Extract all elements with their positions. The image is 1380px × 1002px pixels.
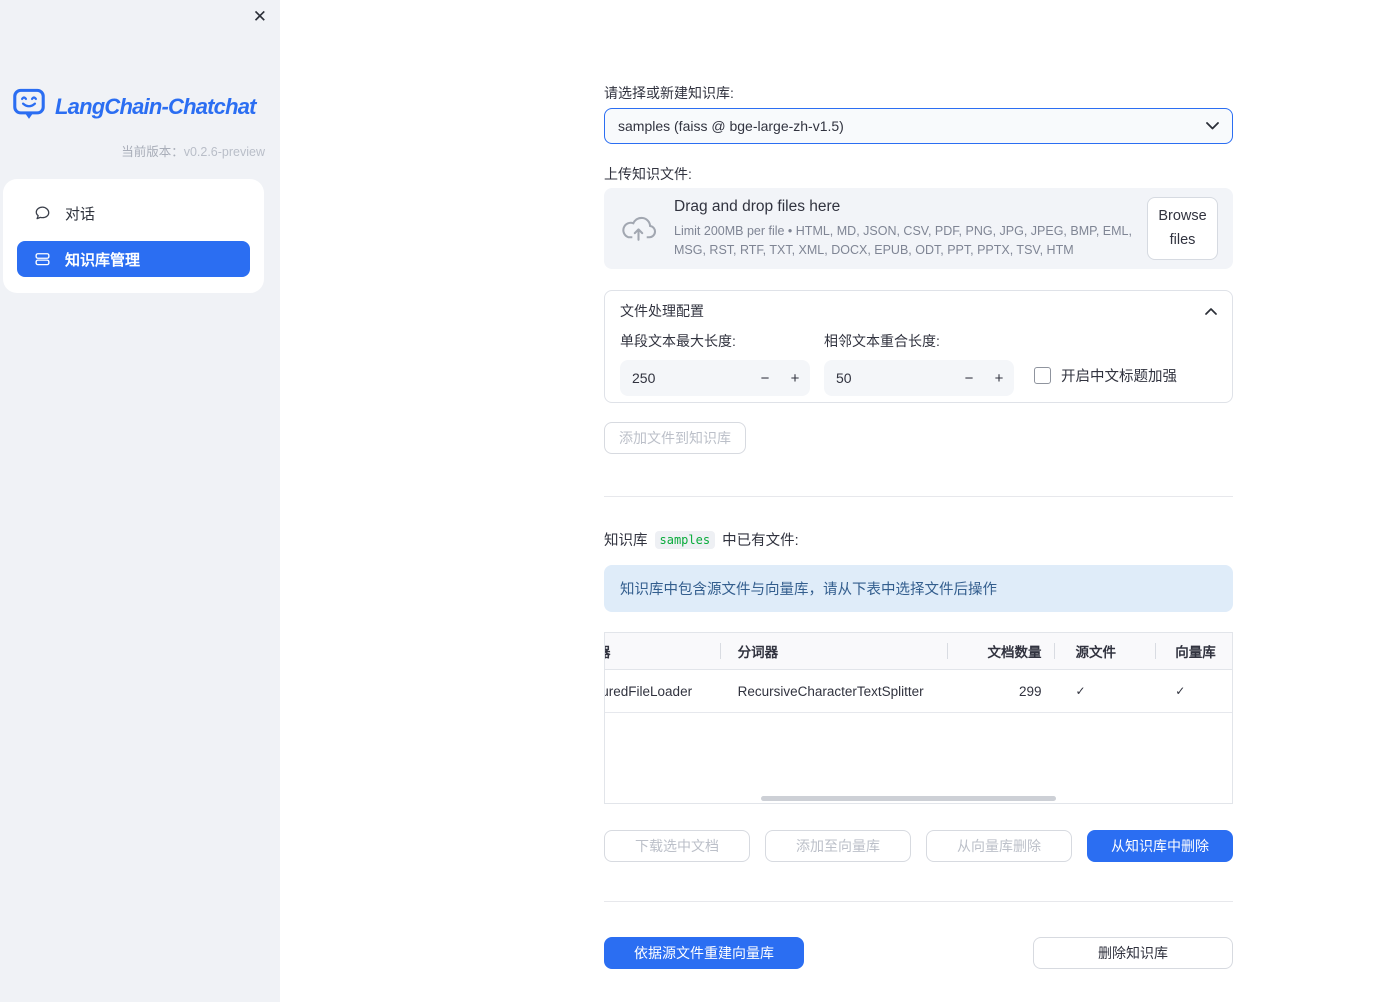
delete-from-vector-store-button[interactable]: 从向量库删除 <box>926 830 1072 862</box>
version-info: 当前版本：v0.2.6-preview <box>121 145 265 159</box>
kb-selectbox-value: samples (faiss @ bge-large-zh-v1.5) <box>618 118 844 134</box>
file-dropzone[interactable]: Drag and drop files here Limit 200MB per… <box>604 188 1233 269</box>
sidebar-item-label: 知识库管理 <box>65 251 141 269</box>
plus-icon[interactable]: + <box>780 370 810 387</box>
close-sidebar-icon[interactable]: ✕ <box>253 7 267 27</box>
delete-kb-button[interactable]: 删除知识库 <box>1033 937 1233 969</box>
dropzone-title: Drag and drop files here <box>674 198 841 216</box>
check-icon: ✓ <box>1175 684 1186 698</box>
dropzone-text: Drag and drop files here Limit 200MB per… <box>674 198 1147 258</box>
divider <box>604 496 1233 497</box>
chunk-size-field: 单段文本最大长度: 250 − + <box>620 331 810 396</box>
cloud-upload-icon <box>620 213 657 245</box>
sidebar-item-knowledge-base[interactable]: 知识库管理 <box>17 241 250 277</box>
zh-title-enhance-checkbox-row[interactable]: 开启中文标题加强 <box>1034 365 1177 386</box>
cell-vector-store: ✓ <box>1155 670 1232 712</box>
kb-select-label: 请选择或新建知识库: <box>604 85 734 101</box>
overlap-value[interactable]: 50 <box>836 370 954 386</box>
col-loader: 文档加载器 <box>605 633 720 669</box>
chunk-size-value[interactable]: 250 <box>632 370 750 386</box>
app-title: LangChain-Chatchat <box>55 93 257 119</box>
download-selected-button[interactable]: 下载选中文档 <box>604 830 750 862</box>
col-vector-store: 向量库 <box>1155 633 1232 669</box>
divider <box>604 901 1233 902</box>
minus-icon[interactable]: − <box>954 370 984 387</box>
zh-title-enhance-label: 开启中文标题加强 <box>1061 369 1177 385</box>
kb-files-prefix: 知识库 <box>604 533 648 549</box>
delete-from-kb-button[interactable]: 从知识库中删除 <box>1087 830 1233 862</box>
kb-name-code: samples <box>654 530 716 549</box>
add-to-vector-store-button[interactable]: 添加至向量库 <box>765 830 911 862</box>
info-alert-text: 知识库中包含源文件与向量库，请从下表中选择文件后操作 <box>620 582 997 598</box>
expander-body: 单段文本最大长度: 250 − + 相邻文本重合长度: 50 − + 开启中文标… <box>620 331 1217 396</box>
cell-loader: UnstructuredFileLoader <box>605 683 693 699</box>
browse-files-button[interactable]: Browse files <box>1147 197 1218 260</box>
rebuild-vector-store-button[interactable]: 依据源文件重建向量库 <box>604 937 804 969</box>
chat-bubble-icon <box>33 204 52 222</box>
plus-icon[interactable]: + <box>984 370 1014 387</box>
checkbox-unchecked-icon[interactable] <box>1034 367 1051 384</box>
knowledge-base-icon <box>33 250 52 268</box>
cell-splitter: RecursiveCharacterTextSplitter <box>737 683 924 699</box>
cell-source-file: ✓ <box>1054 670 1156 712</box>
chevron-up-icon <box>1205 307 1217 315</box>
overlap-field: 相邻文本重合长度: 50 − + <box>824 331 1014 396</box>
minus-icon[interactable]: − <box>750 370 780 387</box>
horizontal-scrollbar[interactable] <box>761 796 1056 801</box>
chatchat-logo-icon <box>12 88 46 125</box>
cell-doc-count: 299 <box>1018 683 1042 699</box>
overlap-input[interactable]: 50 − + <box>824 360 1014 396</box>
kb-level-buttons: 依据源文件重建向量库 删除知识库 <box>604 937 1233 969</box>
chunk-size-input[interactable]: 250 − + <box>620 360 810 396</box>
table-header-row: 文档加载器 分词器 文档数量 源文件 向量库 <box>605 633 1232 670</box>
add-files-to-kb-button[interactable]: 添加文件到知识库 <box>604 422 746 454</box>
check-icon: ✓ <box>1075 684 1086 698</box>
sidebar-menu: 对话 知识库管理 <box>3 179 264 293</box>
kb-files-suffix: 中已有文件: <box>722 533 799 549</box>
dropzone-limit-text: Limit 200MB per file • HTML, MD, JSON, C… <box>674 224 1132 257</box>
main-content: 请选择或新建知识库: samples (faiss @ bge-large-zh… <box>604 0 1233 969</box>
expander-title: 文件处理配置 <box>620 303 704 319</box>
expander-header[interactable]: 文件处理配置 <box>620 291 1217 331</box>
kb-selectbox[interactable]: samples (faiss @ bge-large-zh-v1.5) <box>604 108 1233 144</box>
kb-files-heading: 知识库 samples 中已有文件: <box>604 529 1233 550</box>
col-splitter: 分词器 <box>719 633 947 669</box>
chevron-down-icon <box>1206 122 1219 130</box>
chunk-size-label: 单段文本最大长度: <box>620 333 736 349</box>
kb-files-table: 文档加载器 分词器 文档数量 源文件 向量库 UnstructuredFileL… <box>604 632 1233 804</box>
table-row[interactable]: UnstructuredFileLoader RecursiveCharacte… <box>605 670 1232 713</box>
col-doc-count: 文档数量 <box>946 633 1054 669</box>
overlap-label: 相邻文本重合长度: <box>824 333 940 349</box>
sidebar-item-label: 对话 <box>65 205 96 223</box>
sidebar: ✕ LangChain-Chatchat 当前版本：v0.2.6-preview… <box>0 0 280 1002</box>
col-source-file: 源文件 <box>1053 633 1156 669</box>
file-config-expander: 文件处理配置 单段文本最大长度: 250 − + 相邻文本重合长度: 50 − … <box>604 290 1233 403</box>
upload-label: 上传知识文件: <box>604 166 692 182</box>
app-logo: LangChain-Chatchat <box>0 0 280 125</box>
info-alert: 知识库中包含源文件与向量库，请从下表中选择文件后操作 <box>604 565 1233 612</box>
sidebar-item-dialogue[interactable]: 对话 <box>17 195 250 231</box>
file-action-buttons: 下载选中文档 添加至向量库 从向量库删除 从知识库中删除 <box>604 830 1233 862</box>
